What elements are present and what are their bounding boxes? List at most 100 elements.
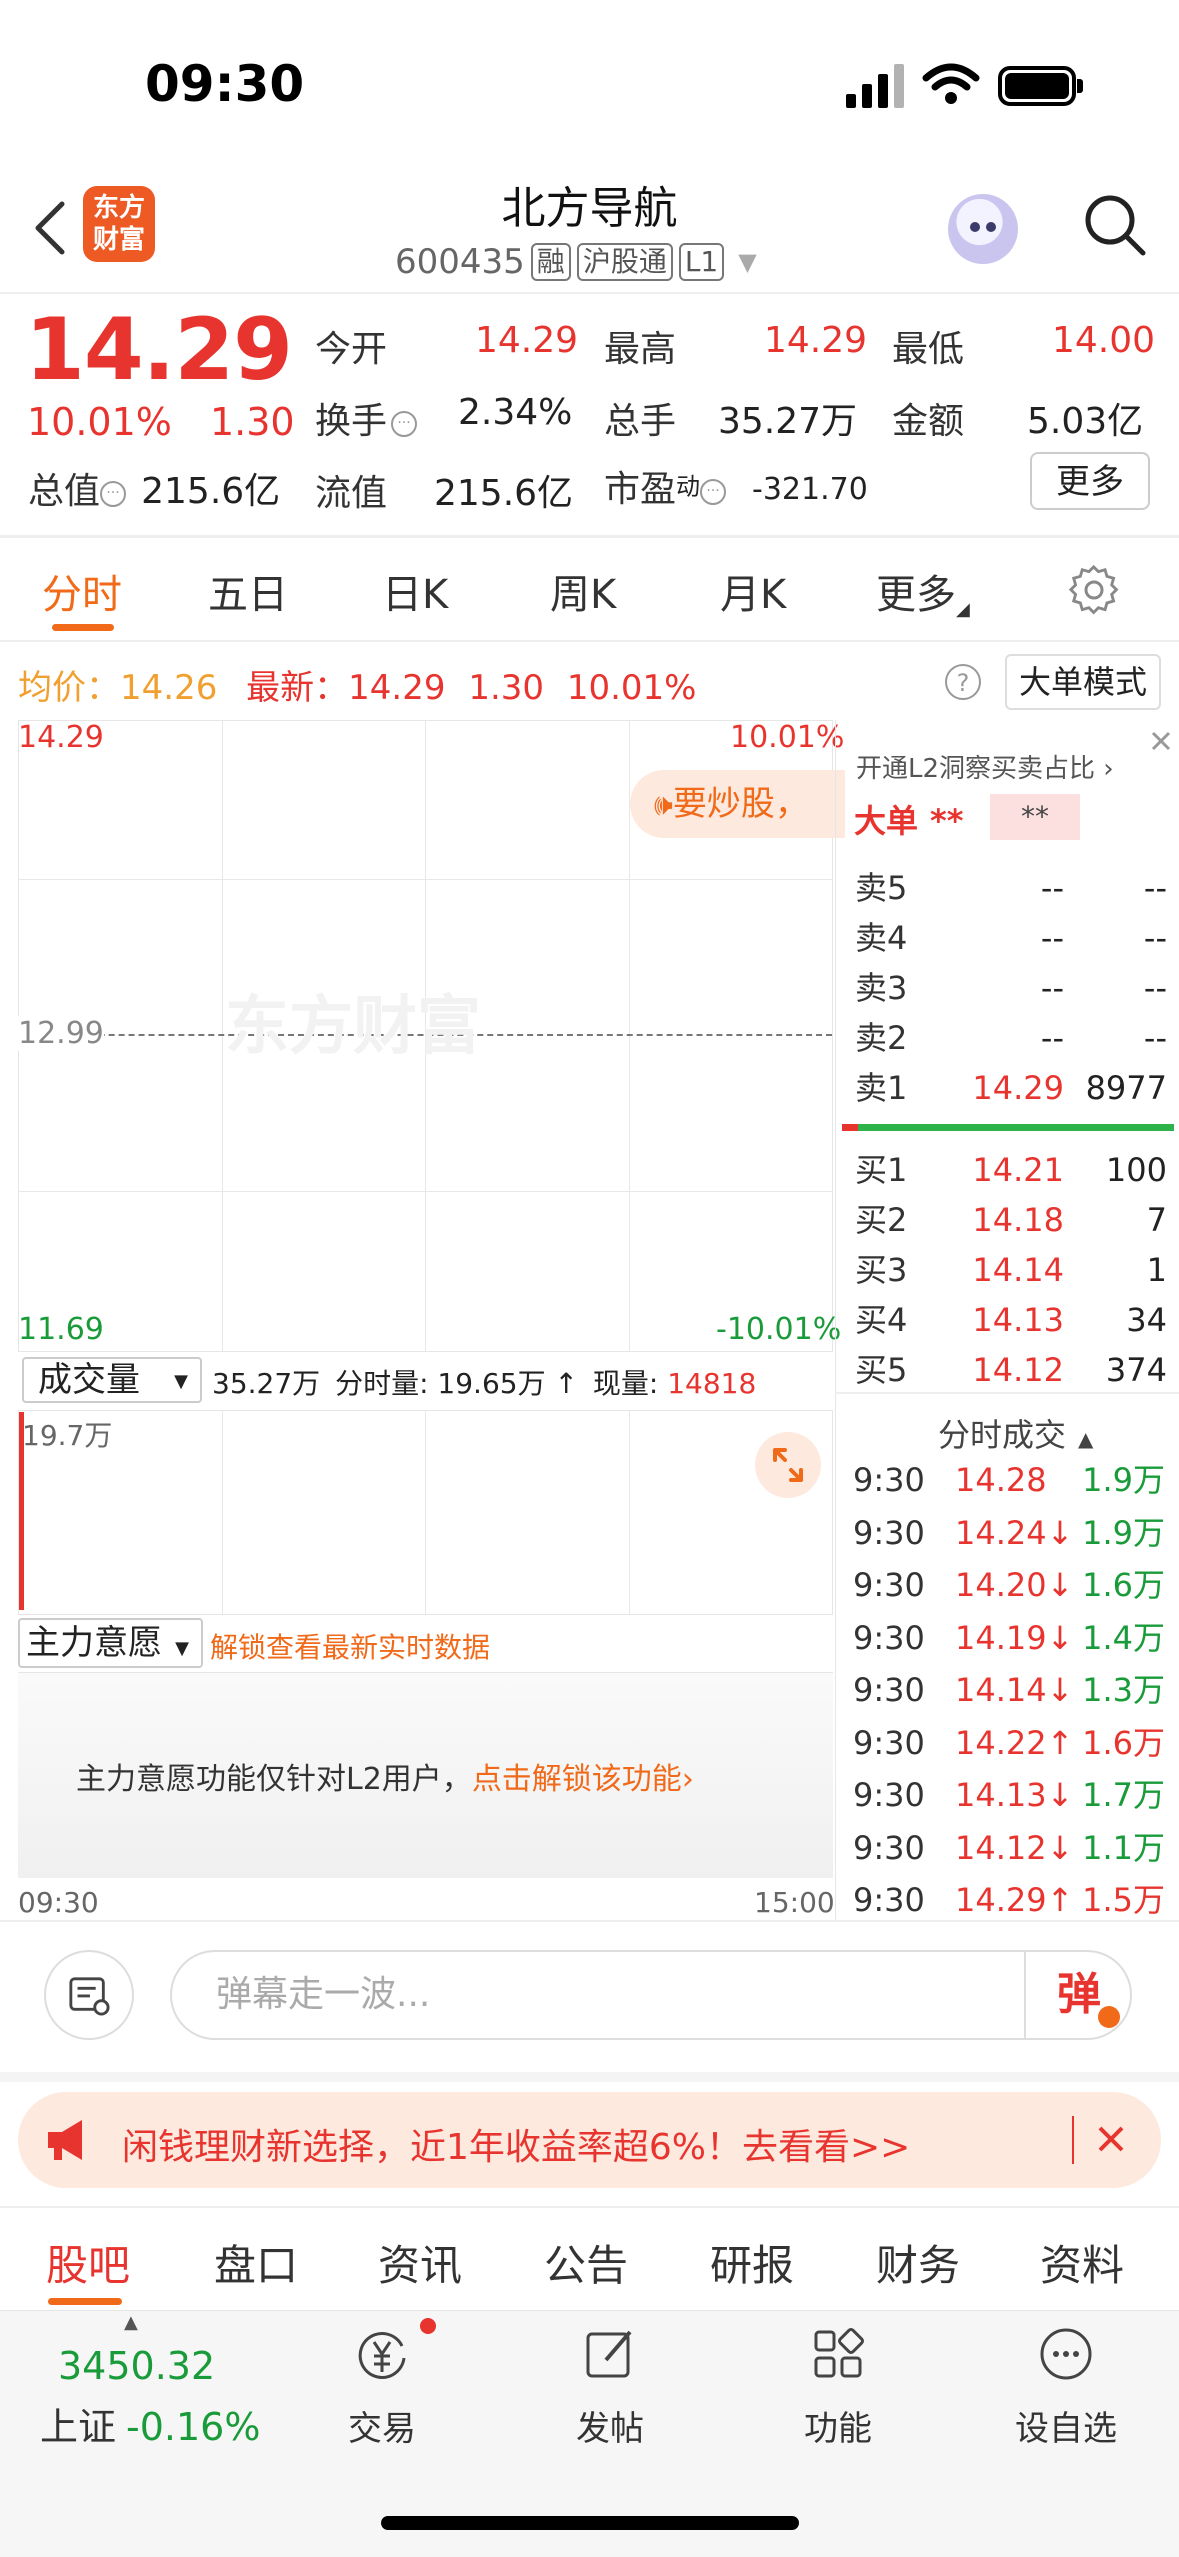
- tab-financials[interactable]: 财务: [876, 2232, 960, 2293]
- ratio-bar-buy: [858, 1124, 1174, 1131]
- bottom-tab-underline: [48, 2298, 122, 2305]
- tab-weekly-k[interactable]: 周K: [550, 562, 616, 620]
- stock-promo-pill[interactable]: 🕪要炒股，: [630, 770, 845, 838]
- float-value: 215.6亿: [434, 473, 574, 514]
- stock-code-row[interactable]: 600435 融 沪股通 L1 ▼: [395, 242, 757, 282]
- bid-row-1: 买1 14.21 100: [855, 1151, 1167, 1189]
- time-end-label: 15:00: [754, 1886, 835, 1919]
- unlock-hint[interactable]: 解锁查看最新实时数据: [210, 1626, 490, 1666]
- tab-market-depth[interactable]: 盘口: [214, 2232, 298, 2293]
- turnover-label-wrap: 换手 ···: [315, 392, 418, 444]
- volume-indicator-select[interactable]: 成交量 ▼: [22, 1357, 202, 1403]
- corner-triangle-icon: ◢: [956, 599, 970, 620]
- tab-more[interactable]: 更多◢: [876, 562, 970, 620]
- assistant-robot-icon[interactable]: [948, 194, 1018, 264]
- bid-row-2: 买2 14.18 7: [855, 1201, 1167, 1239]
- trade-time: 9:30: [853, 1828, 925, 1867]
- tab-news[interactable]: 资讯: [378, 2232, 462, 2293]
- tabbar-watchlist[interactable]: 设自选: [996, 2324, 1136, 2450]
- check-badge-icon: [1098, 2006, 1120, 2028]
- big-order-label: 大单 **: [854, 802, 964, 840]
- change-percent: 10.01%: [27, 400, 172, 444]
- wifi-icon: [922, 63, 980, 104]
- megaphone-icon: [48, 2120, 82, 2160]
- tab-profile[interactable]: 资料: [1040, 2232, 1124, 2293]
- tab-five-day[interactable]: 五日: [208, 562, 288, 620]
- ask-row-2: 卖2 -- --: [855, 1019, 1167, 1057]
- pe-value: -321.70: [752, 472, 868, 507]
- search-icon[interactable]: [1080, 190, 1150, 260]
- volume-chart[interactable]: [18, 1410, 833, 1615]
- danmu-settings-icon[interactable]: [44, 1950, 134, 2040]
- trade-row: 9:30 14.22↑ 1.6万: [835, 1721, 1179, 1765]
- pct-bottom-label: -10.01%: [716, 1312, 842, 1347]
- stock-code: 600435: [395, 242, 525, 282]
- quote-divider: [0, 535, 1179, 538]
- trade-time: 9:30: [853, 1461, 925, 1499]
- volume-summary: 35.27万 分时量: 19.65万 ↑ 现量: 14818: [212, 1367, 757, 1400]
- caret-up-icon: ▲: [124, 2312, 138, 2333]
- notification-dot: [420, 2318, 436, 2334]
- ratio-bar-sell: [842, 1124, 858, 1131]
- trade-row: 9:30 14.19↓ 1.4万: [835, 1616, 1179, 1660]
- tabbar-functions[interactable]: 功能: [768, 2324, 908, 2450]
- big-order-mode-button[interactable]: 大单模式: [1005, 654, 1161, 710]
- tag-level: L1: [678, 243, 725, 281]
- tabbar-trade[interactable]: 交易: [312, 2324, 452, 2450]
- ask-row-3: 卖3 -- --: [855, 969, 1167, 1007]
- l2-banner[interactable]: 开通L2洞察买卖占比 ›: [856, 748, 1114, 785]
- ask-row-5: 卖5 -- --: [855, 869, 1167, 907]
- y-bottom-label: 11.69: [18, 1312, 104, 1347]
- trade-price: 14.24↓: [955, 1513, 1074, 1552]
- trade-row: 9:30 14.12↓ 1.1万: [835, 1826, 1179, 1870]
- trade-volume: 1.4万: [1082, 1618, 1165, 1657]
- open-label: 今开: [315, 329, 388, 370]
- amount-label: 金额: [892, 401, 965, 442]
- battery-tip: [1077, 79, 1083, 93]
- low-label: 最低: [892, 329, 965, 370]
- tab-forum[interactable]: 股吧: [46, 2232, 130, 2293]
- close-icon[interactable]: [1148, 728, 1174, 754]
- big-order-box: **: [990, 794, 1080, 840]
- tab-daily-k[interactable]: 日K: [382, 562, 448, 620]
- trade-price: 14.28: [955, 1461, 1047, 1499]
- caret-up-icon: ▲: [1078, 1427, 1094, 1451]
- info-icon: ···: [700, 478, 727, 505]
- trade-time: 9:30: [853, 1618, 925, 1657]
- info-icon: ···: [391, 410, 418, 437]
- main-force-select[interactable]: 主力意愿 ▼: [18, 1618, 203, 1668]
- trade-volume: 1.9万: [1082, 1513, 1165, 1552]
- tab-intraday[interactable]: 分时: [42, 562, 122, 620]
- home-indicator[interactable]: [381, 2516, 799, 2530]
- help-icon[interactable]: ?: [945, 664, 981, 700]
- trades-title[interactable]: 分时成交 ▲: [938, 1410, 1093, 1456]
- main-force-notice: 主力意愿功能仅针对L2用户，点击解锁该功能›: [76, 1762, 694, 1797]
- total-value-row: 总值 ··· 215.6亿: [28, 471, 281, 512]
- section-gap: [0, 2072, 1179, 2082]
- ask-row-1: 卖1 14.29 8977: [855, 1069, 1167, 1107]
- trade-volume: 1.5万: [1082, 1881, 1165, 1919]
- trade-time: 9:30: [853, 1881, 925, 1919]
- gear-icon[interactable]: [1068, 564, 1120, 616]
- chevron-right-icon: ›: [1095, 754, 1114, 784]
- danmu-input[interactable]: 弹幕走一波...: [170, 1950, 1132, 2040]
- trade-time: 9:30: [853, 1776, 925, 1814]
- index-value[interactable]: 3450.32: [58, 2344, 215, 2388]
- expand-icon[interactable]: [755, 1432, 821, 1498]
- trade-price: 14.20↓: [955, 1566, 1074, 1604]
- grid-icon: [814, 2328, 864, 2378]
- trade-price: 14.12↓: [955, 1828, 1074, 1867]
- tab-research[interactable]: 研报: [710, 2232, 794, 2293]
- battery-icon: [998, 66, 1076, 106]
- trade-price: 14.19↓: [955, 1618, 1074, 1657]
- more-dots-icon: [1040, 2328, 1092, 2380]
- tab-announcements[interactable]: 公告: [544, 2232, 628, 2293]
- unlock-link[interactable]: 点击解锁该功能: [472, 1762, 682, 1797]
- chevron-right-icon: ›: [681, 1762, 694, 1797]
- tab-monthly-k[interactable]: 月K: [720, 562, 786, 620]
- more-quote-button[interactable]: 更多: [1030, 452, 1150, 510]
- close-icon[interactable]: [1096, 2124, 1126, 2154]
- tabbar-post[interactable]: 发帖: [540, 2324, 680, 2450]
- trade-time: 9:30: [853, 1671, 925, 1709]
- index-row[interactable]: 上证 -0.16%: [40, 2396, 260, 2451]
